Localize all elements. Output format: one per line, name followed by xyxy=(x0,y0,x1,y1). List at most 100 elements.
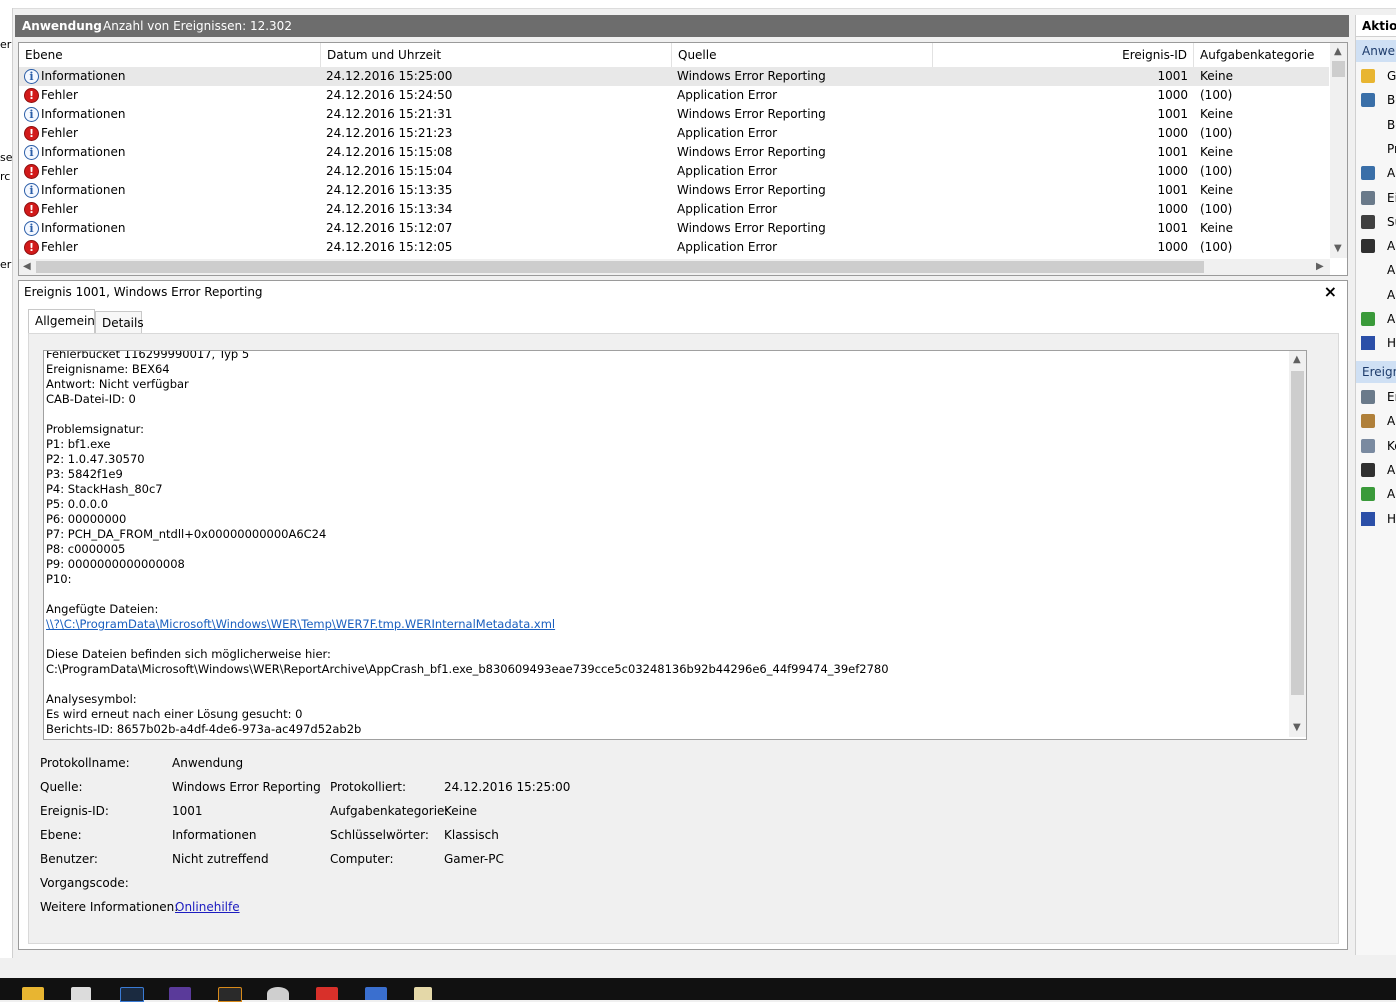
description-line: Problemsignatur: xyxy=(46,422,145,436)
attached-file-link[interactable]: \\?\C:\ProgramData\Microsoft\Windows\WER… xyxy=(46,617,555,631)
description-line: Ereignisname: BEX64 xyxy=(46,362,170,376)
tab-details[interactable]: Details xyxy=(95,311,144,333)
column-header-ebene[interactable]: Ebene xyxy=(19,43,321,67)
app-icon[interactable] xyxy=(365,987,387,1000)
action-item[interactable]: A xyxy=(1356,459,1396,481)
action-item[interactable]: A xyxy=(1356,483,1396,505)
app-icon[interactable] xyxy=(169,987,191,1000)
event-list[interactable]: Ebene Datum und Uhrzeit Quelle Ereignis-… xyxy=(18,42,1348,276)
action-item[interactable]: H xyxy=(1356,332,1396,354)
field-label: Vorgangscode: xyxy=(40,876,129,890)
scroll-right-arrow-icon[interactable]: ▶ xyxy=(1316,261,1324,272)
cell-category: (100) xyxy=(1200,88,1233,102)
scroll-thumb[interactable] xyxy=(1291,371,1304,695)
table-row[interactable]: i Informationen 24.12.2016 15:12:07 Windows… xyxy=(19,219,1329,238)
copy-icon xyxy=(1361,438,1375,453)
app-icon[interactable] xyxy=(267,987,289,1000)
action-label: A xyxy=(1387,462,1396,477)
description-line: P10: xyxy=(46,572,72,586)
description-line: Analysesymbol: xyxy=(46,692,137,706)
cell-id: 1001 xyxy=(1157,221,1188,235)
app-icon[interactable] xyxy=(316,987,338,1000)
action-item[interactable]: A xyxy=(1356,259,1396,281)
scroll-down-arrow-icon[interactable]: ▼ xyxy=(1293,722,1301,733)
action-item[interactable]: Er xyxy=(1356,386,1396,408)
action-item[interactable]: G xyxy=(1356,65,1396,87)
action-item[interactable]: Be xyxy=(1356,89,1396,111)
action-item[interactable]: A xyxy=(1356,308,1396,330)
properties-icon xyxy=(1361,190,1375,205)
column-header-quelle[interactable]: Quelle xyxy=(672,43,933,67)
description-line: Berichts-ID: 8657b02b-a4df-4de6-973a-ac4… xyxy=(46,722,362,736)
event-description-box[interactable]: Fehlerbucket 116299990017, Typ 5 Ereigni… xyxy=(43,350,1307,740)
table-row[interactable]: i Informationen 24.12.2016 15:15:08 Windows… xyxy=(19,143,1329,162)
cell-source: Windows Error Reporting xyxy=(677,183,826,197)
table-row[interactable]: ! Fehler 24.12.2016 15:21:23 Application Er… xyxy=(19,124,1329,143)
table-row[interactable]: ! Fehler 24.12.2016 15:13:34 Application Er… xyxy=(19,200,1329,219)
action-item[interactable]: H xyxy=(1356,508,1396,530)
action-item[interactable]: A xyxy=(1356,284,1396,306)
action-label: H xyxy=(1387,511,1396,526)
action-label: A xyxy=(1387,414,1396,429)
list-horizontal-scrollbar[interactable]: ◀ ▶ xyxy=(19,259,1330,275)
tab-allgemein[interactable]: Allgemein xyxy=(28,309,95,333)
cell-datetime: 24.12.2016 15:15:04 xyxy=(326,164,453,178)
file-explorer-icon[interactable] xyxy=(22,987,44,1000)
table-row[interactable]: i Informationen 24.12.2016 15:25:00 Windows… xyxy=(19,67,1329,86)
left-navigation-pane[interactable]: er se rc er xyxy=(0,8,13,958)
column-header-datum[interactable]: Datum und Uhrzeit xyxy=(321,43,672,67)
actions-section-anwendung[interactable]: Anwer xyxy=(1356,40,1396,62)
description-vertical-scrollbar[interactable]: ▲ ▼ xyxy=(1289,351,1306,737)
action-label: A xyxy=(1387,166,1396,181)
log-title: Anwendung xyxy=(22,19,102,33)
scroll-up-arrow-icon[interactable]: ▲ xyxy=(1334,46,1342,57)
close-icon[interactable]: × xyxy=(1324,282,1337,301)
table-row[interactable]: ! Fehler 24.12.2016 15:15:04 Application Er… xyxy=(19,162,1329,181)
action-label: A xyxy=(1387,487,1396,502)
action-item[interactable]: Ei xyxy=(1356,187,1396,209)
cell-category: Keine xyxy=(1200,183,1233,197)
scroll-left-arrow-icon[interactable]: ◀ xyxy=(23,261,31,272)
table-row[interactable]: i Informationen 24.12.2016 15:13:35 Windows… xyxy=(19,181,1329,200)
description-line: Diese Dateien befinden sich möglicherwei… xyxy=(46,647,331,661)
cell-level: Informationen xyxy=(41,145,126,159)
actions-section-ereignis[interactable]: Ereign xyxy=(1356,361,1396,383)
action-item[interactable]: A xyxy=(1356,162,1396,184)
scroll-up-arrow-icon[interactable]: ▲ xyxy=(1293,354,1301,365)
table-row[interactable]: i Informationen 24.12.2016 15:21:31 Windows… xyxy=(19,105,1329,124)
description-line: P8: c0000005 xyxy=(46,542,126,556)
cell-level: Informationen xyxy=(41,183,126,197)
store-icon[interactable] xyxy=(71,987,91,1000)
cell-source: Application Error xyxy=(677,240,778,254)
taskbar xyxy=(0,978,1396,1002)
cell-id: 1000 xyxy=(1157,164,1188,178)
hscroll-thumb[interactable] xyxy=(36,261,1204,273)
cell-category: Keine xyxy=(1200,221,1233,235)
action-item[interactable]: A xyxy=(1356,235,1396,257)
scroll-down-arrow-icon[interactable]: ▼ xyxy=(1334,243,1342,254)
field-label: Ebene: xyxy=(40,828,82,842)
table-row[interactable]: ! Fehler 24.12.2016 15:12:05 Application Er… xyxy=(19,238,1329,257)
description-line: P1: bf1.exe xyxy=(46,437,111,451)
cell-category: (100) xyxy=(1200,164,1233,178)
online-help-link[interactable]: Onlinehilfe xyxy=(175,900,240,914)
column-header-ereignis-id[interactable]: Ereignis-ID xyxy=(933,43,1194,67)
app-icon[interactable] xyxy=(414,987,432,1000)
folder-open-icon xyxy=(1361,69,1375,83)
error-icon: ! xyxy=(24,126,39,141)
action-item[interactable]: Pr xyxy=(1356,138,1396,160)
cell-source: Windows Error Reporting xyxy=(677,69,826,83)
cell-source: Windows Error Reporting xyxy=(677,107,826,121)
list-vertical-scrollbar[interactable]: ▲ ▼ xyxy=(1330,43,1347,258)
field-value: Windows Error Reporting xyxy=(172,780,321,794)
cell-datetime: 24.12.2016 15:25:00 xyxy=(326,69,453,83)
action-item[interactable]: Ko xyxy=(1356,435,1396,457)
action-item[interactable]: Be xyxy=(1356,114,1396,136)
left-pane-fragment: er xyxy=(0,258,12,271)
column-header-aufgabenkategorie[interactable]: Aufgabenkategorie xyxy=(1194,43,1330,67)
action-item[interactable]: A xyxy=(1356,410,1396,432)
action-item[interactable]: Su xyxy=(1356,211,1396,233)
table-row[interactable]: ! Fehler 24.12.2016 15:24:50 Application Er… xyxy=(19,86,1329,105)
scroll-thumb[interactable] xyxy=(1332,61,1345,77)
field-value: Keine xyxy=(444,804,477,818)
